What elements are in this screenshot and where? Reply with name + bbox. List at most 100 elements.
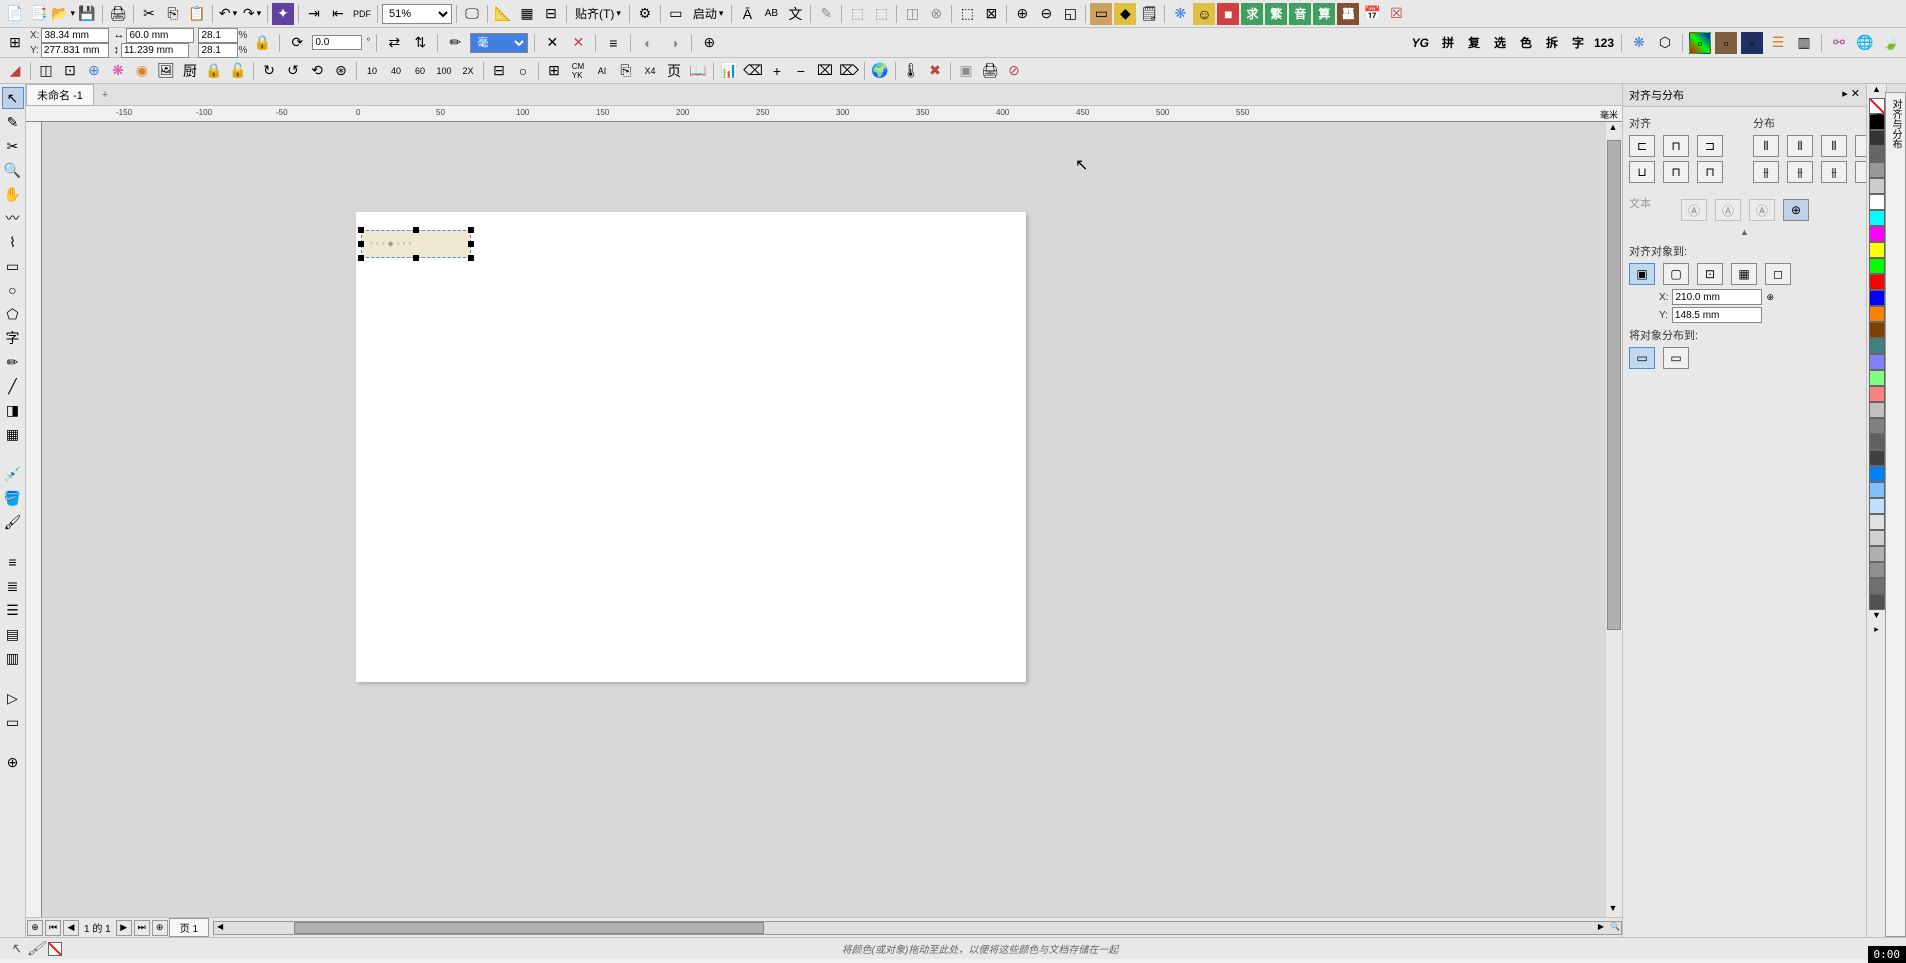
pan-tool[interactable]: ✋: [2, 183, 24, 205]
import-button[interactable]: ⇥: [303, 3, 325, 25]
ex-rotate3[interactable]: ⟲: [306, 60, 328, 82]
ex-world[interactable]: 🌍: [869, 60, 891, 82]
crop-tool[interactable]: ✂: [2, 135, 24, 157]
corel-icon[interactable]: ◢: [4, 60, 26, 82]
frame-tool[interactable]: ▭: [2, 711, 24, 733]
text-align2-button[interactable]: Ⓐ: [1715, 199, 1741, 221]
rulers-button[interactable]: 📐: [492, 3, 514, 25]
pdf-button[interactable]: PDF: [351, 3, 373, 25]
transparency-tool[interactable]: ▦: [2, 423, 24, 445]
align-bottom-button[interactable]: ⊓: [1697, 161, 1723, 183]
text-tool[interactable]: 字: [2, 327, 24, 349]
sound-button[interactable]: 音: [1289, 3, 1311, 25]
ex-chart[interactable]: 📊: [718, 60, 740, 82]
scroll-left-button[interactable]: ◀: [214, 922, 226, 934]
ex-60[interactable]: 60: [409, 60, 431, 82]
barcode-button[interactable]: ▥: [1793, 32, 1815, 54]
cjk-button[interactable]: 龘: [1337, 3, 1359, 25]
shape-tool[interactable]: ✎: [2, 111, 24, 133]
num-button[interactable]: 123: [1593, 32, 1615, 54]
selection-handle-tl[interactable]: [358, 227, 364, 233]
options-button[interactable]: ⚙: [634, 3, 656, 25]
print-button[interactable]: 🖨: [107, 3, 129, 25]
delete-segment-button[interactable]: ✕: [541, 32, 563, 54]
outline-width-select[interactable]: 毫: [470, 33, 528, 53]
close-tool-button[interactable]: ☒: [1385, 3, 1407, 25]
ex-btn3[interactable]: ⊕: [83, 60, 105, 82]
color3-button[interactable]: ▫: [1741, 32, 1763, 54]
new-from-template-button[interactable]: 📑: [28, 3, 50, 25]
ex-2x[interactable]: 2X: [457, 60, 479, 82]
align-y-input[interactable]: [1672, 307, 1762, 323]
color1-button[interactable]: ▫: [1689, 32, 1711, 54]
add-document-tab[interactable]: +: [94, 87, 116, 103]
seek-button[interactable]: 求: [1241, 3, 1263, 25]
horizontal-ruler[interactable]: -150 -100 -50 0 50 100 150 200 250 300 3…: [26, 106, 1622, 122]
envelope-button[interactable]: ▭: [1090, 3, 1112, 25]
ex-plus[interactable]: +: [766, 60, 788, 82]
close-path-button[interactable]: ⊠: [980, 3, 1002, 25]
app-launcher-button[interactable]: ▭: [665, 3, 687, 25]
calculator-button[interactable]: 🗒: [1138, 3, 1160, 25]
ex-page[interactable]: 页: [663, 60, 685, 82]
pin-button[interactable]: 拼: [1437, 32, 1459, 54]
dist-center-v-button[interactable]: ⫵: [1787, 161, 1813, 183]
vertical-ruler[interactable]: [26, 122, 42, 917]
launch-dropdown[interactable]: 启动▾: [689, 3, 728, 24]
align-justify-tool[interactable]: ▤: [2, 623, 24, 645]
selection-handle-mr[interactable]: [468, 241, 474, 247]
xuan-button[interactable]: 选: [1489, 32, 1511, 54]
shape2-button[interactable]: ◑: [663, 32, 685, 54]
fullscreen-button[interactable]: 🖵: [461, 3, 483, 25]
align-top-button[interactable]: ⊔: [1629, 161, 1655, 183]
selected-object[interactable]: ▫▫▫◈▫▫▫: [361, 230, 471, 258]
ex-btn4[interactable]: ❋: [107, 60, 129, 82]
horizontal-scrollbar[interactable]: ◀ ▶ 🔍: [213, 921, 1622, 935]
width-input[interactable]: [126, 28, 194, 43]
selection-handle-tc[interactable]: [413, 227, 419, 233]
selection-handle-bl[interactable]: [358, 255, 364, 261]
globe-button[interactable]: 🌐: [1854, 32, 1876, 54]
align-center-v-button[interactable]: ⊓: [1663, 161, 1689, 183]
x-position-input[interactable]: [41, 28, 109, 43]
leaf-button[interactable]: 🍃: [1880, 32, 1902, 54]
dist-left-button[interactable]: ⫴: [1753, 135, 1779, 157]
ex-cancel[interactable]: ⊘: [1003, 60, 1025, 82]
plugin3-button[interactable]: ■: [1217, 3, 1239, 25]
ex-print[interactable]: 🖨: [979, 60, 1001, 82]
y-position-input[interactable]: [41, 43, 109, 58]
ex-minus[interactable]: −: [790, 60, 812, 82]
add-page-button[interactable]: ⊕: [27, 920, 43, 936]
export-button[interactable]: ⇤: [327, 3, 349, 25]
align-full-tool[interactable]: ▥: [2, 647, 24, 669]
vertical-scrollbar[interactable]: ▲ ▼: [1606, 122, 1622, 917]
selection-handle-tr[interactable]: [468, 227, 474, 233]
text-tool-a-button[interactable]: Ā: [736, 3, 758, 25]
align-left-tool[interactable]: ≡: [2, 551, 24, 573]
document-tab[interactable]: 未命名 -1: [26, 84, 94, 106]
align-right-button[interactable]: ⊐: [1697, 135, 1723, 157]
scroll-right-button[interactable]: ▶: [1595, 922, 1607, 934]
ex-book[interactable]: 📖: [687, 60, 709, 82]
dimension-tool[interactable]: ✏: [2, 351, 24, 373]
scroll-down-button[interactable]: ▼: [1606, 903, 1620, 917]
marquee-button[interactable]: ⬚: [956, 3, 978, 25]
outline-tool[interactable]: 🖌: [2, 511, 24, 533]
yg-button[interactable]: YG: [1408, 34, 1433, 52]
lock-ratio-button[interactable]: 🔒: [251, 32, 273, 54]
dist-spacing-v-button[interactable]: ⫵: [1821, 161, 1847, 183]
first-page-button[interactable]: ⏮: [45, 920, 61, 936]
dist-spacing-h-button[interactable]: ⫴: [1821, 135, 1847, 157]
distribute-tool-button[interactable]: ⊖: [1035, 3, 1057, 25]
scroll-up-button[interactable]: ▲: [1606, 122, 1620, 136]
align-center-tool[interactable]: ≣: [2, 575, 24, 597]
text-tool-ab-button[interactable]: AB: [760, 3, 782, 25]
ex-lock1[interactable]: 🔒: [203, 60, 225, 82]
add-page-after-button[interactable]: ⊕: [152, 920, 168, 936]
wrap-text-button[interactable]: ≡: [602, 32, 624, 54]
ex-ai[interactable]: AI: [591, 60, 613, 82]
ex-100[interactable]: 100: [433, 60, 455, 82]
plugin1-button[interactable]: ❋: [1169, 3, 1191, 25]
selection-handle-bc[interactable]: [413, 255, 419, 261]
cut-button[interactable]: ✂: [138, 3, 160, 25]
